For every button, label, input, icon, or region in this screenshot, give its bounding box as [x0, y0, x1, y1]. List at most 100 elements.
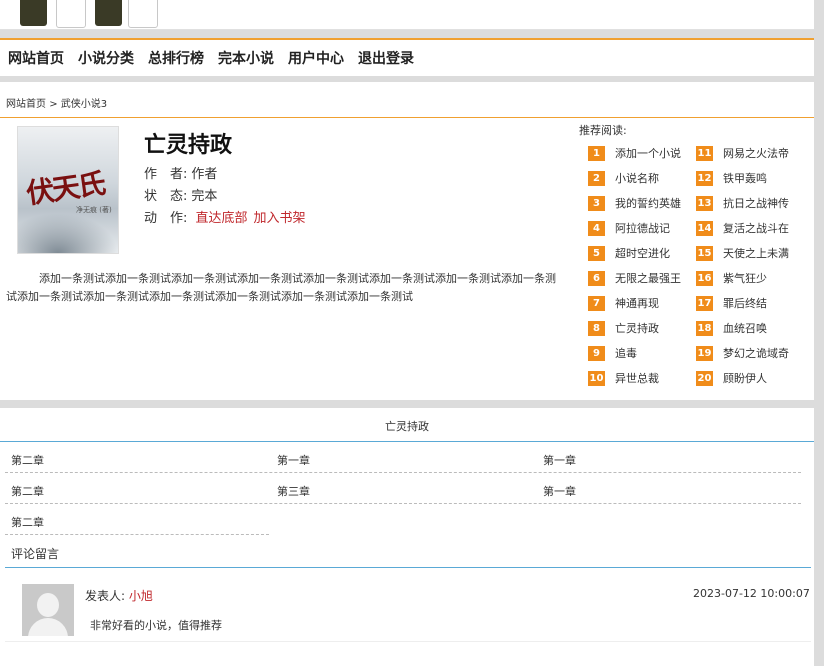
recommend-item-title[interactable]: 梦幻之诡域奇: [723, 347, 789, 360]
chapter-panel: 亡灵持政 第二章 第一章 第一章 第二章 第三章 第一章 第二章 评论留言 发表…: [0, 408, 814, 666]
recommend-item[interactable]: 12 铁甲轰鸣: [696, 170, 767, 186]
rank-number-badge: 16: [696, 270, 713, 286]
recommend-item[interactable]: 9 追毒: [588, 345, 637, 361]
recommend-item[interactable]: 8 亡灵持政: [588, 320, 659, 336]
recommend-item[interactable]: 18 血统召唤: [696, 320, 767, 336]
rank-number-badge: 7: [588, 295, 605, 311]
poster-name[interactable]: 小旭: [129, 589, 153, 603]
rank-number-badge: 14: [696, 220, 713, 236]
chapter-link[interactable]: 第一章: [543, 483, 576, 499]
recommend-item[interactable]: 2 小说名称: [588, 170, 659, 186]
recommend-item-title[interactable]: 神通再现: [615, 297, 659, 310]
recommend-item[interactable]: 11 网易之火法帝: [696, 145, 789, 161]
recommend-item-title[interactable]: 铁甲轰鸣: [723, 172, 767, 185]
nav-home[interactable]: 网站首页: [8, 48, 64, 68]
breadcrumb-home[interactable]: 网站首页: [6, 99, 46, 110]
recommend-item[interactable]: 20 顾盼伊人: [696, 370, 767, 386]
chapter-link[interactable]: 第二章: [11, 452, 44, 468]
recommend-item-title[interactable]: 血统召唤: [723, 322, 767, 335]
recommend-item[interactable]: 7 神通再现: [588, 295, 659, 311]
rank-number-badge: 4: [588, 220, 605, 236]
recommend-item-title[interactable]: 顾盼伊人: [723, 372, 767, 385]
chapter-link[interactable]: 第二章: [11, 483, 44, 499]
chapter-link[interactable]: 第一章: [277, 452, 310, 468]
rank-number-badge: 18: [696, 320, 713, 336]
nav-category[interactable]: 小说分类: [78, 48, 134, 68]
chapter-heading: 亡灵持政: [385, 420, 429, 433]
book-description: 添加一条测试添加一条测试添加一条测试添加一条测试添加一条测试添加一条测试添加一条…: [6, 272, 556, 303]
rank-number-badge: 5: [588, 245, 605, 261]
comment-text: 非常好看的小说，值得推荐: [90, 619, 222, 632]
recommend-item-title[interactable]: 阿拉德战记: [615, 222, 670, 235]
rank-number-badge: 12: [696, 170, 713, 186]
recommend-item-title[interactable]: 追毒: [615, 347, 637, 360]
rank-number-badge: 17: [696, 295, 713, 311]
divider: [5, 641, 811, 642]
nav-finished[interactable]: 完本小说: [218, 48, 274, 68]
recommend-title: 推荐阅读:: [579, 124, 627, 137]
top-button[interactable]: [128, 0, 158, 28]
divider: [5, 503, 801, 504]
chapter-link[interactable]: 第一章: [543, 452, 576, 468]
nav-logout[interactable]: 退出登录: [358, 48, 414, 68]
recommend-item-title[interactable]: 添加一个小说: [615, 147, 681, 160]
divider: [0, 441, 814, 442]
recommend-item[interactable]: 5 超时空进化: [588, 245, 670, 261]
recommend-item-title[interactable]: 天使之上未满: [723, 247, 789, 260]
recommend-item-title[interactable]: 罪后终结: [723, 297, 767, 310]
status-row: 状 态: 完本: [144, 185, 217, 204]
recommend-item-title[interactable]: 无限之最强王: [615, 272, 681, 285]
poster-label: 发表人:: [85, 589, 126, 603]
avatar: [22, 584, 74, 636]
recommend-item-title[interactable]: 亡灵持政: [615, 322, 659, 335]
recommend-item-title[interactable]: 异世总裁: [615, 372, 659, 385]
recommend-item[interactable]: 17 罪后终结: [696, 295, 767, 311]
rank-number-badge: 20: [696, 370, 713, 386]
recommend-item-title[interactable]: 抗日之战神传: [723, 197, 789, 210]
recommend-item[interactable]: 16 紫气狂少: [696, 270, 767, 286]
cover-mist: [18, 213, 118, 253]
recommend-item[interactable]: 14 复活之战斗在: [696, 220, 789, 236]
comment-section-title: 评论留言: [11, 547, 60, 561]
recommend-item-title[interactable]: 网易之火法帝: [723, 147, 789, 160]
action-row: 动 作: 直达底部 加入书架: [144, 207, 312, 226]
recommend-item[interactable]: 4 阿拉德战记: [588, 220, 670, 236]
recommend-item[interactable]: 10 异世总裁: [588, 370, 659, 386]
recommend-item[interactable]: 19 梦幻之诡域奇: [696, 345, 789, 361]
top-button[interactable]: [95, 0, 122, 26]
recommend-item-title[interactable]: 紫气狂少: [723, 272, 767, 285]
comment-poster: 发表人: 小旭: [85, 587, 153, 604]
divider: [5, 472, 801, 473]
recommend-item-title[interactable]: 超时空进化: [615, 247, 670, 260]
breadcrumb: 网站首页 > 武侠小说3: [6, 95, 107, 110]
recommend-item[interactable]: 6 无限之最强王: [588, 270, 681, 286]
chapter-link[interactable]: 第二章: [11, 514, 44, 530]
nav-ranking[interactable]: 总排行榜: [148, 48, 204, 68]
rank-number-badge: 15: [696, 245, 713, 261]
recommend-item-title[interactable]: 复活之战斗在: [723, 222, 789, 235]
recommend-item-title[interactable]: 我的誓约英雄: [615, 197, 681, 210]
rank-number-badge: 1: [588, 145, 605, 161]
recommend-item-title[interactable]: 小说名称: [615, 172, 659, 185]
author-value: 作者: [191, 167, 218, 182]
book-cover: 伏天氏 净无痕 (著): [17, 126, 119, 254]
jump-bottom-link[interactable]: 直达底部: [196, 211, 248, 226]
top-button[interactable]: [56, 0, 86, 28]
author-label: 作 者:: [144, 167, 188, 182]
rank-number-badge: 13: [696, 195, 713, 211]
add-bookshelf-link[interactable]: 加入书架: [254, 211, 306, 226]
avatar-body: [28, 618, 68, 636]
recommend-item[interactable]: 15 天使之上未满: [696, 245, 789, 261]
recommend-item[interactable]: 3 我的誓约英雄: [588, 195, 681, 211]
recommend-item[interactable]: 13 抗日之战神传: [696, 195, 789, 211]
comment-time: 2023-07-12 10:00:07: [693, 587, 810, 600]
status-label: 状 态:: [144, 189, 188, 204]
recommend-item[interactable]: 1 添加一个小说: [588, 145, 681, 161]
nav-user-center[interactable]: 用户中心: [288, 48, 344, 68]
chapter-link[interactable]: 第三章: [277, 483, 310, 499]
top-button[interactable]: [20, 0, 47, 26]
breadcrumb-category[interactable]: 武侠小说3: [61, 99, 107, 110]
divider: [0, 117, 814, 118]
book-title: 亡灵持政: [144, 133, 233, 158]
divider: [5, 534, 269, 535]
